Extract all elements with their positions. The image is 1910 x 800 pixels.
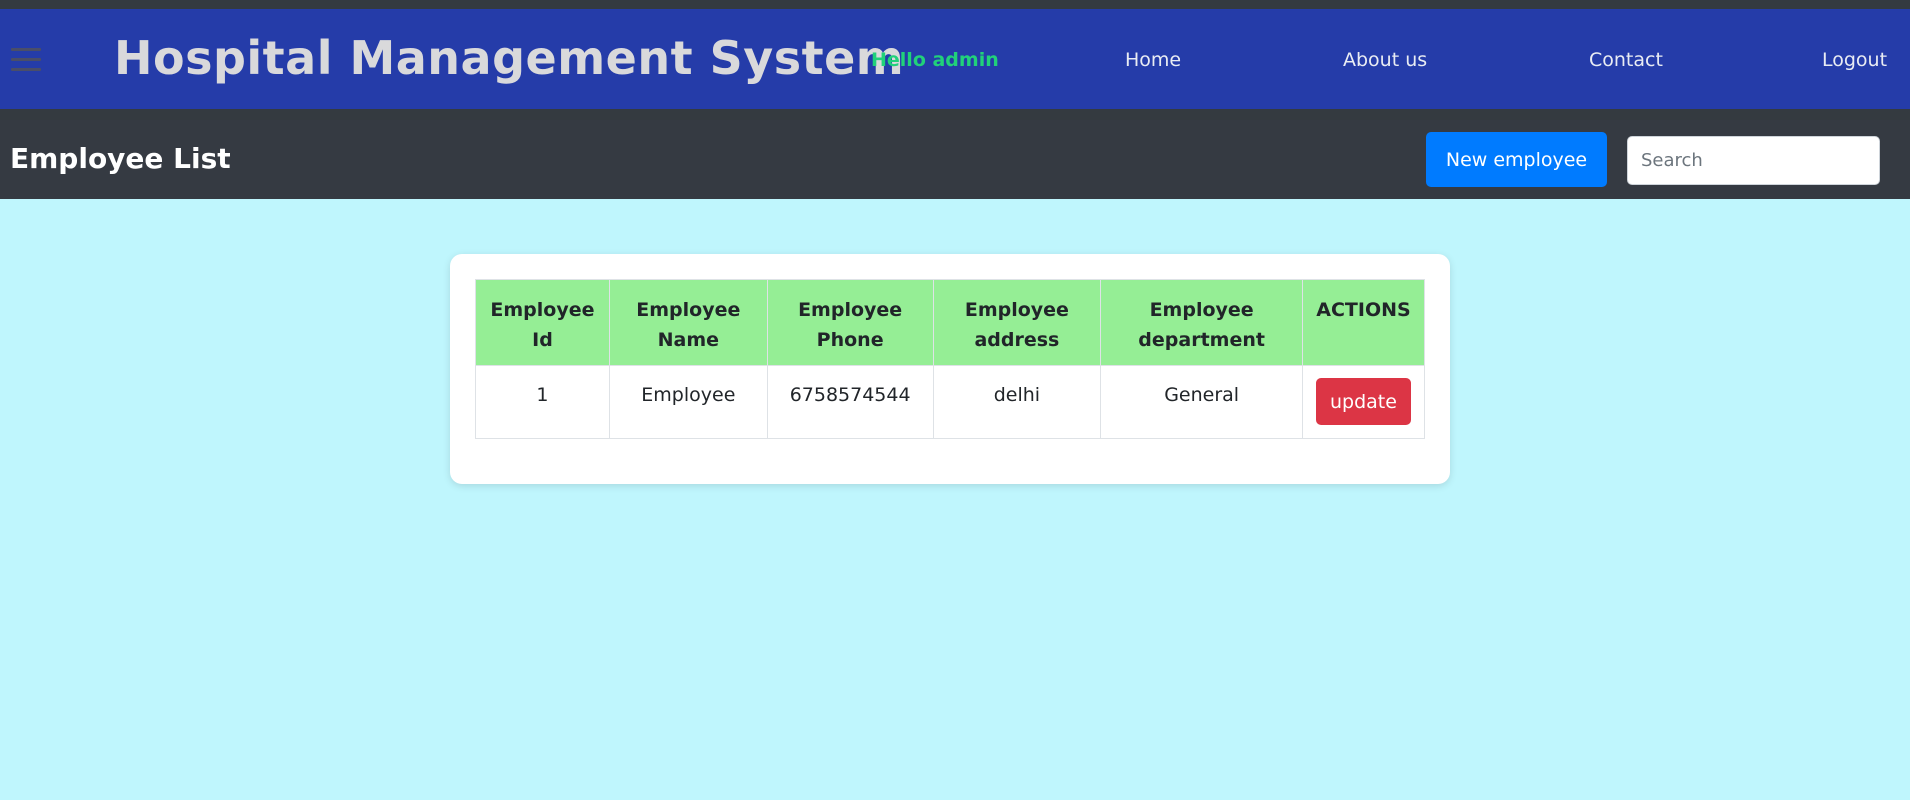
search-input[interactable] [1627, 136, 1880, 185]
column-header-employee-name: Employee Name [608, 279, 768, 366]
nav-link-home[interactable]: Home [1125, 49, 1181, 71]
column-header-employee-department: Employee department [1100, 279, 1303, 366]
hamburger-menu-icon[interactable] [11, 42, 41, 76]
column-header-actions: ACTIONS [1301, 279, 1426, 366]
hamburger-line [11, 48, 41, 51]
employee-table: Employee Id Employee Name Employee Phone… [475, 279, 1426, 439]
cell-employee-name: Employee [608, 365, 768, 439]
top-border-strip [0, 0, 1910, 9]
cell-employee-phone: 6758574544 [766, 365, 934, 439]
hamburger-line [11, 68, 41, 71]
hamburger-line [11, 58, 41, 61]
cell-actions: update [1301, 365, 1426, 439]
app-title: Hospital Management System [114, 31, 905, 85]
cell-employee-department: General [1100, 365, 1303, 439]
cell-employee-address: delhi [932, 365, 1102, 439]
table-header-row: Employee Id Employee Name Employee Phone… [475, 279, 1426, 366]
page-title: Employee List [10, 142, 231, 175]
employee-table-card: Employee Id Employee Name Employee Phone… [450, 254, 1450, 484]
top-navbar: Hospital Management System Hello admin H… [0, 9, 1910, 109]
column-header-employee-id: Employee Id [475, 279, 610, 366]
update-button[interactable]: update [1315, 378, 1411, 425]
page-toolbar: Employee List New employee [0, 120, 1910, 199]
column-header-employee-address: Employee address [932, 279, 1102, 366]
separator-strip [0, 109, 1910, 120]
greeting-text: Hello admin [871, 49, 999, 71]
new-employee-button[interactable]: New employee [1426, 132, 1607, 187]
cell-employee-id: 1 [475, 365, 610, 439]
nav-link-about-us[interactable]: About us [1343, 49, 1427, 71]
table-row: 1 Employee 6758574544 delhi General upda… [475, 365, 1426, 439]
nav-link-contact[interactable]: Contact [1589, 49, 1663, 71]
column-header-employee-phone: Employee Phone [766, 279, 934, 366]
nav-link-logout[interactable]: Logout [1822, 49, 1887, 71]
